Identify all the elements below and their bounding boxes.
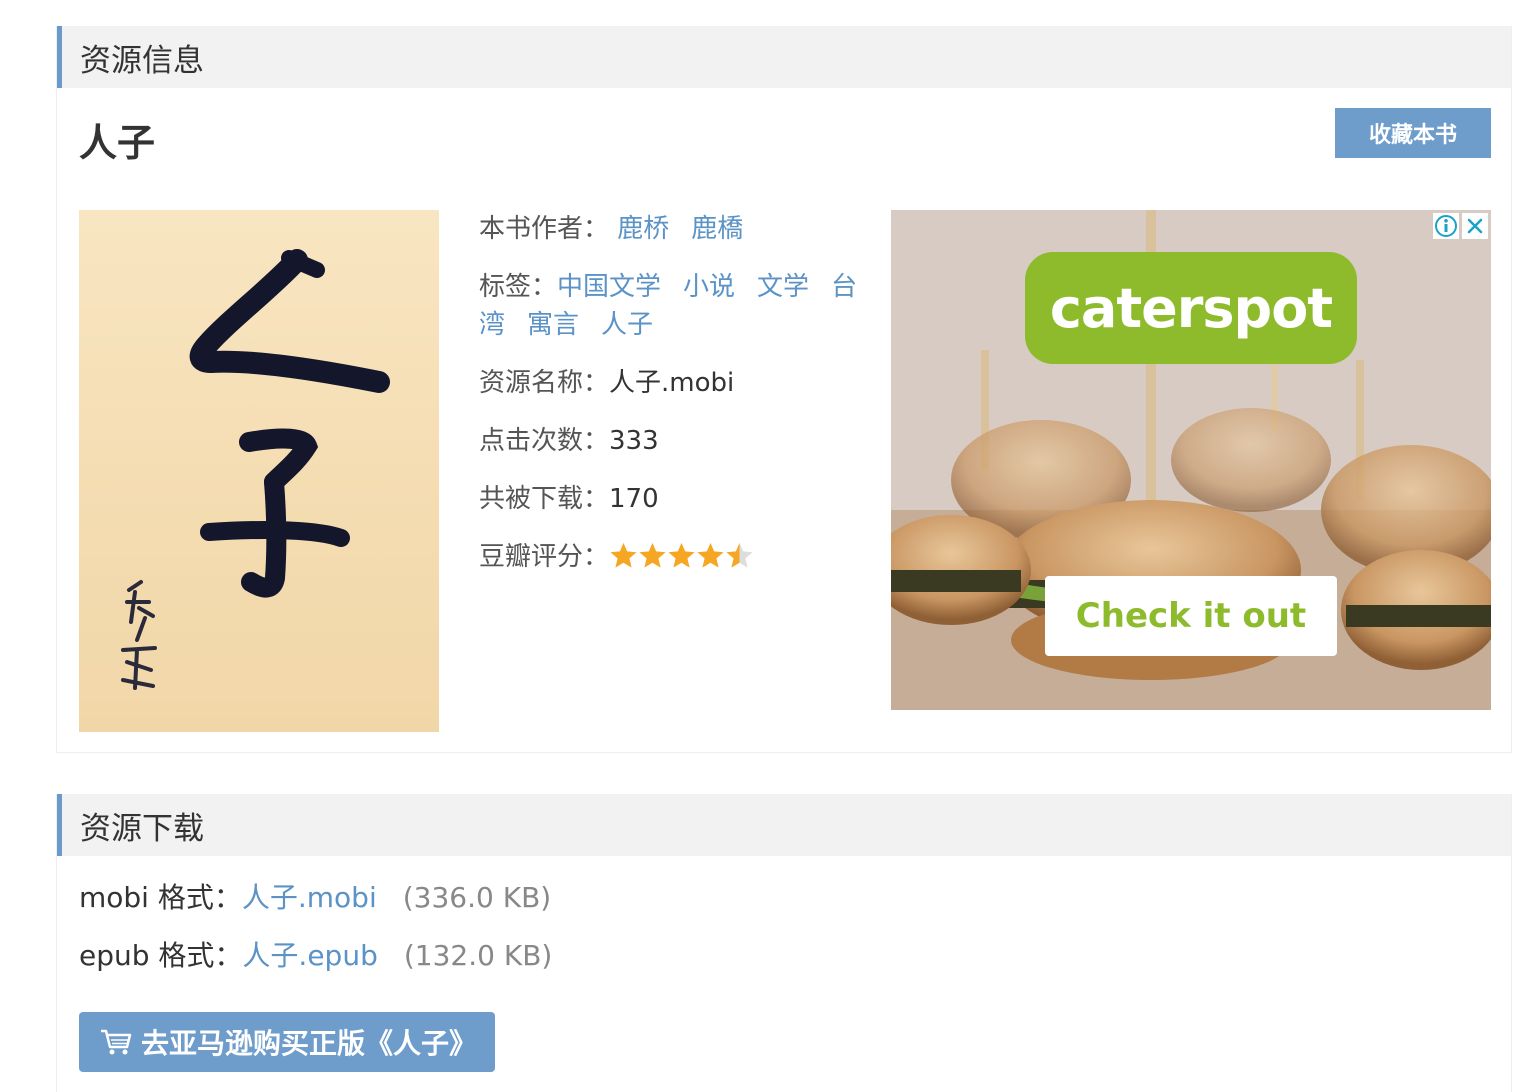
buy-on-amazon-label: 去亚马逊购买正版《人子》 bbox=[141, 1028, 478, 1059]
format-label: epub 格式： bbox=[79, 939, 243, 972]
ad-cta-label: Check it out bbox=[1075, 596, 1307, 636]
clicks-label: 点击次数： bbox=[479, 426, 610, 456]
rating-row: 豆瓣评分： bbox=[479, 538, 869, 576]
tag-link[interactable]: 文学 bbox=[757, 272, 809, 302]
book-title: 人子 bbox=[79, 121, 156, 165]
author-row: 本书作者： 鹿桥 鹿橋 bbox=[479, 210, 869, 248]
shopping-cart-icon bbox=[101, 1029, 132, 1055]
downloads-label: 共被下载： bbox=[479, 484, 610, 514]
downloads-row: 共被下载：170 bbox=[479, 480, 869, 518]
star-icon bbox=[610, 542, 637, 568]
tag-link[interactable]: 小说 bbox=[683, 272, 735, 302]
rating-label: 豆瓣评分： bbox=[479, 542, 610, 572]
tags-row: 标签：中国文学 小说 文学 台湾 寓言 人子 bbox=[479, 268, 869, 344]
file-size: (336.0 KB) bbox=[402, 881, 552, 914]
author-label: 本书作者： bbox=[479, 214, 610, 244]
format-label: mobi 格式： bbox=[79, 881, 242, 914]
file-size: (132.0 KB) bbox=[403, 939, 553, 972]
resource-name-row: 资源名称：人子.mobi bbox=[479, 364, 869, 402]
resource-info-panel: 资源信息 人子 收藏本书 本书作者： 鹿桥 鹿橋 标签：中国文学 小说 文学 台湾 寓言人… bbox=[56, 26, 1512, 753]
info-icon[interactable] bbox=[1433, 213, 1459, 239]
tag-link[interactable]: 寓言 bbox=[527, 310, 579, 340]
star-icon bbox=[697, 542, 724, 568]
book-cover-image bbox=[79, 210, 439, 732]
tags-label: 标签： bbox=[479, 272, 558, 302]
star-icon bbox=[726, 542, 753, 568]
resource-info-header: 资源信息 bbox=[57, 26, 1511, 88]
tag-link[interactable]: 中国文学 bbox=[557, 272, 661, 302]
favorite-book-button[interactable]: 收藏本书 bbox=[1335, 108, 1491, 158]
ad-cta-button[interactable]: Check it out bbox=[1045, 576, 1337, 656]
resource-name-label: 资源名称： bbox=[479, 368, 610, 398]
advertisement[interactable]: caterspot Check it out bbox=[891, 210, 1491, 710]
ad-brand-logo[interactable]: caterspot bbox=[1025, 252, 1357, 364]
star-icon bbox=[668, 542, 695, 568]
author-link[interactable]: 鹿橋 bbox=[691, 214, 743, 244]
download-link-mobi[interactable]: 人子.mobi bbox=[242, 881, 377, 914]
close-icon[interactable] bbox=[1462, 213, 1488, 239]
clicks-row: 点击次数：333 bbox=[479, 422, 869, 460]
star-icon bbox=[639, 542, 666, 568]
download-row-mobi: mobi 格式：人子.mobi (336.0 KB) bbox=[79, 876, 551, 916]
resource-download-panel: 资源下载 mobi 格式：人子.mobi (336.0 KB) epub 格式：人… bbox=[56, 794, 1512, 1092]
resource-name-value: 人子.mobi bbox=[609, 368, 735, 398]
author-link[interactable]: 鹿桥 bbox=[617, 214, 669, 244]
download-link-epub[interactable]: 人子.epub bbox=[242, 939, 377, 972]
download-row-epub: epub 格式：人子.epub (132.0 KB) bbox=[79, 934, 552, 974]
tag-link[interactable]: 人子 bbox=[601, 310, 653, 340]
resource-info-heading: 资源信息 bbox=[80, 42, 204, 79]
buy-on-amazon-button[interactable]: 去亚马逊购买正版《人子》 bbox=[79, 1012, 495, 1072]
ad-brand-text: caterspot bbox=[1049, 276, 1333, 340]
downloads-value: 170 bbox=[609, 484, 659, 514]
resource-download-header: 资源下载 bbox=[57, 794, 1511, 856]
clicks-value: 333 bbox=[609, 426, 659, 456]
rating-stars bbox=[609, 541, 754, 570]
cover-calligraphy-art bbox=[121, 249, 390, 690]
resource-download-heading: 资源下载 bbox=[80, 810, 204, 847]
book-meta: 本书作者： 鹿桥 鹿橋 标签：中国文学 小说 文学 台湾 寓言 人子 资源名称：人子.mob… bbox=[479, 210, 869, 596]
